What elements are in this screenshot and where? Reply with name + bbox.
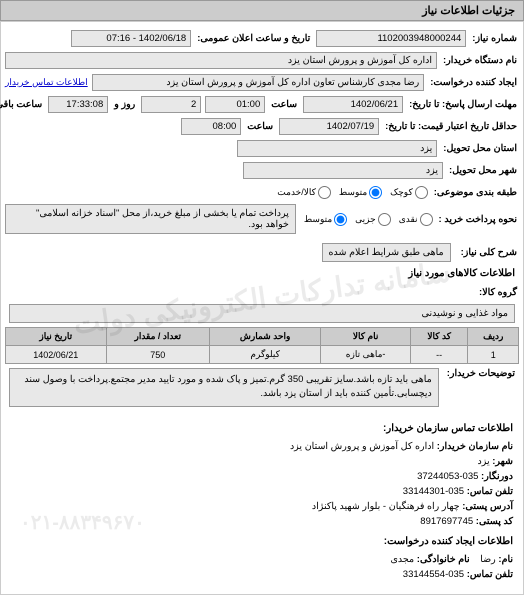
contact-name-label: نام: (498, 554, 513, 565)
th-date: تاریخ نیاز (6, 328, 107, 346)
until-label: حداقل تاریخ اعتبار قیمت: تا تاریخ: (383, 121, 519, 132)
announce-label: تاریخ و ساعت اعلان عمومی: (195, 33, 312, 44)
contact-section: اطلاعات تماس سازمان خریدار: نام سازمان خ… (5, 411, 519, 589)
td-qty: 750 (106, 346, 209, 364)
days-label: روز و (112, 99, 137, 110)
items-header: اطلاعات کالاهای مورد نیاز (9, 268, 515, 279)
td-row: 1 (468, 346, 519, 364)
category-label: طبقه بندی موضوعی: (432, 187, 519, 198)
contact-name: رضا (480, 554, 496, 565)
days-field: 2 (141, 96, 201, 113)
td-code: -- (410, 346, 468, 364)
request-no-label: شماره نیاز: (470, 33, 519, 44)
req-header: اطلاعات ایجاد کننده درخواست: (11, 534, 513, 550)
remain-time-field: 17:33:08 (48, 96, 108, 113)
pay-opt1-label: نقدی (399, 214, 418, 225)
cat-opt1-label: کوچک (390, 187, 413, 198)
contact-org-label: نام سازمان خریدار: (437, 441, 513, 452)
pay-opt-medium[interactable]: متوسط (304, 213, 347, 226)
cat-opt2-label: متوسط (339, 187, 367, 198)
category-radios: کوچک متوسط کالا/خدمت (277, 186, 427, 199)
request-no-field: 1102003948000244 (316, 30, 466, 47)
pay-opt2-label: جزیی (355, 214, 376, 225)
contact-city: یزد (477, 456, 489, 467)
td-name: -ماهی تازه (321, 346, 411, 364)
contact-addr-label: آدرس پستی: (462, 501, 513, 512)
contact-postal-label: کد پستی: (476, 516, 513, 527)
buyer-contact-link[interactable]: اطلاعات تماس خریدار (5, 77, 88, 88)
cat-opt-goods[interactable]: کالا/خدمت (277, 186, 331, 199)
table-header-row: ردیف کد کالا نام کالا واحد شمارش تعداد /… (6, 328, 519, 346)
th-qty: تعداد / مقدار (106, 328, 209, 346)
td-date: 1402/06/21 (6, 346, 107, 364)
deadline-time-field: 01:00 (205, 96, 265, 113)
city-label: شهر محل تحویل: (447, 165, 519, 176)
pay-opt-partial[interactable]: جزیی (355, 213, 391, 226)
announce-field: 1402/06/18 - 07:16 (71, 30, 191, 47)
subject-field: ماهی طبق شرایط اعلام شده (322, 243, 451, 262)
th-unit: واحد شمارش (209, 328, 320, 346)
page-title: جزئیات اطلاعات نیاز (0, 0, 524, 21)
contact-postal: 8917697745 (420, 516, 473, 527)
pay-opt3-label: متوسط (304, 214, 332, 225)
contact-tel-label: تلفن تماس: (467, 486, 513, 497)
table-row: 1 -- -ماهی تازه کیلوگرم 750 1402/06/21 (6, 346, 519, 364)
group-field: مواد غذایی و نوشیدنی (9, 304, 515, 323)
deadline-time-label: ساعت (269, 99, 299, 110)
contact-header: اطلاعات تماس سازمان خریدار: (11, 421, 513, 437)
payment-radios: نقدی جزیی متوسط (304, 213, 433, 226)
deadline-date-field: 1402/06/21 (303, 96, 403, 113)
remain-label: ساعت باقی مانده (0, 99, 44, 110)
td-unit: کیلوگرم (209, 346, 320, 364)
cat-opt-small[interactable]: کوچک (390, 186, 428, 199)
requester-label: ایجاد کننده درخواست: (428, 77, 519, 88)
contact-family-label: نام خانوادگی: (417, 554, 470, 565)
province-label: استان محل تحویل: (441, 143, 519, 154)
contact-tel2-label: تلفن تماس: (467, 569, 513, 580)
contact-family: مجدی (390, 554, 414, 565)
th-name: نام کالا (321, 328, 411, 346)
items-table: ردیف کد کالا نام کالا واحد شمارش تعداد /… (5, 327, 519, 364)
payment-label: نحوه پرداخت خرید : (437, 214, 519, 225)
buyer-note-label: توضیحات خریدار: (443, 364, 519, 383)
payment-note: پرداخت تمام یا بخشی از مبلغ خرید،از محل … (5, 204, 296, 234)
buyer-org-label: نام دستگاه خریدار: (441, 55, 519, 66)
contact-org: اداره کل آموزش و پرورش استان یزد (290, 441, 434, 452)
city-field: یزد (243, 162, 443, 179)
contact-tel: 035-33144301 (403, 486, 464, 497)
until-date-field: 1402/07/19 (279, 118, 379, 135)
contact-addr: چهار راه فرهنگیان - بلوار شهید پاکنژاد (312, 501, 460, 512)
pay-opt-cash[interactable]: نقدی (399, 213, 433, 226)
cat-opt3-label: کالا/خدمت (277, 187, 316, 198)
province-field: یزد (237, 140, 437, 157)
contact-tel2: 035-33144554 (403, 569, 464, 580)
cat-opt-medium[interactable]: متوسط (339, 186, 382, 199)
contact-city-label: شهر: (492, 456, 513, 467)
deadline-label: مهلت ارسال پاسخ: تا تاریخ: (407, 99, 519, 110)
requester-field: رضا مجدی کارشناس تعاون اداره کل آموزش و … (92, 74, 425, 91)
until-time-field: 08:00 (181, 118, 241, 135)
buyer-org-field: اداره کل آموزش و پرورش استان یزد (5, 52, 437, 69)
group-label: گروه کالا: (477, 287, 519, 298)
subject-label: شرح کلی نیاز: (459, 247, 519, 258)
th-row: ردیف (468, 328, 519, 346)
until-time-label: ساعت (245, 121, 275, 132)
contact-fax-label: دورنگار: (481, 471, 513, 482)
contact-fax: 035-37244053 (417, 471, 478, 482)
th-code: کد کالا (410, 328, 468, 346)
buyer-note-text: ماهی باید تازه باشد.سایز تقریبی 350 گرم.… (9, 368, 439, 407)
main-form: شماره نیاز: 1102003948000244 تاریخ و ساع… (0, 21, 524, 595)
